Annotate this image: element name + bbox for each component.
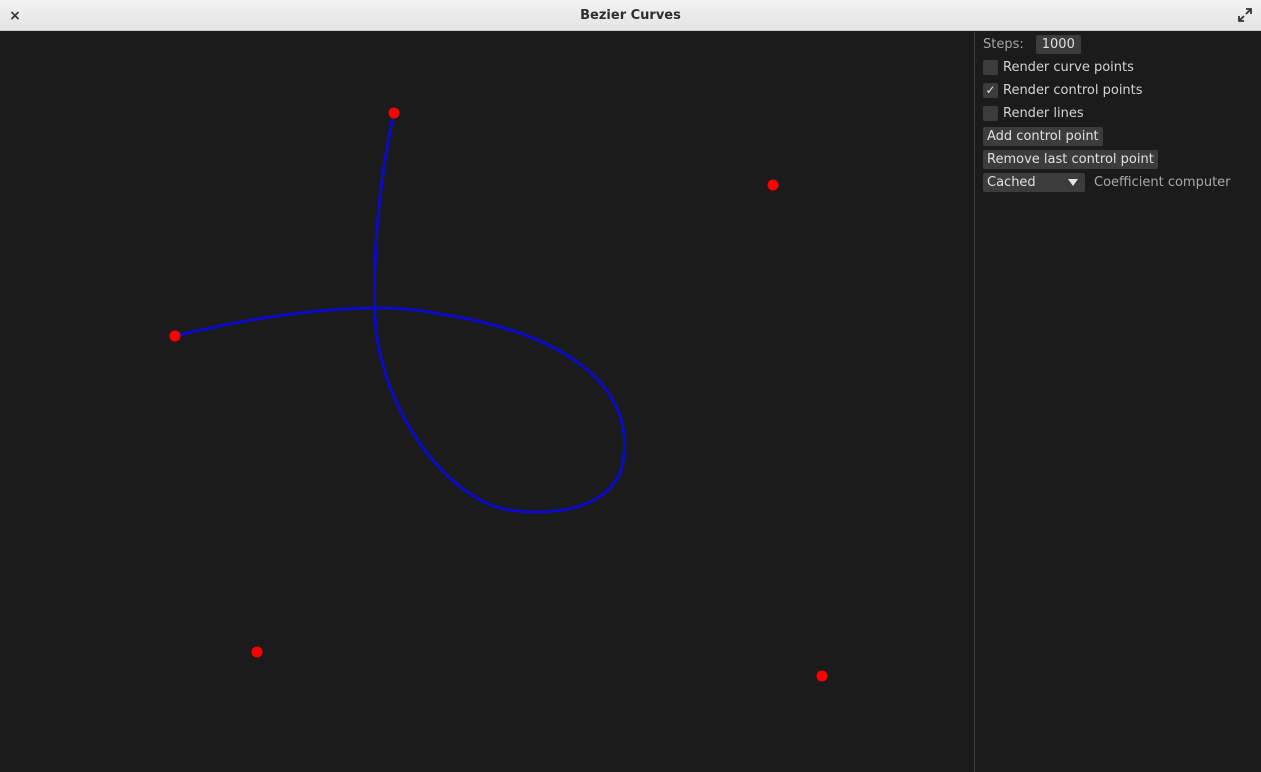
- add-control-point-button[interactable]: Add control point: [983, 126, 1103, 146]
- steps-label: Steps:: [983, 36, 1024, 52]
- control-point[interactable]: [767, 179, 779, 191]
- control-point[interactable]: [251, 646, 263, 658]
- select-value: Cached: [987, 174, 1036, 190]
- maximize-icon[interactable]: [1237, 7, 1253, 23]
- checkbox-render-control-points[interactable]: ✓ Render control points: [983, 80, 1143, 100]
- coefficient-row: Cached Coefficient computer: [983, 172, 1231, 192]
- checkbox-render-lines[interactable]: Render lines: [983, 103, 1084, 123]
- settings-panel: Steps: 1000 Render curve points ✓ Render…: [974, 32, 1261, 772]
- steps-input[interactable]: 1000: [1035, 34, 1081, 54]
- checkbox-label: Render lines: [1003, 105, 1084, 121]
- chevron-down-icon: [1068, 178, 1078, 186]
- steps-row: Steps: 1000: [983, 34, 1081, 54]
- checkbox-box[interactable]: [983, 59, 998, 75]
- bezier-curve: [174, 112, 626, 514]
- control-point[interactable]: [816, 670, 828, 682]
- checkbox-render-curve-points[interactable]: Render curve points: [983, 57, 1134, 77]
- bezier-canvas[interactable]: [0, 32, 974, 772]
- remove-control-point-row: Remove last control point: [983, 149, 1158, 169]
- remove-last-control-point-button[interactable]: Remove last control point: [983, 149, 1158, 169]
- checkbox-label: Render control points: [1003, 82, 1143, 98]
- checkbox-label: Render curve points: [1003, 59, 1134, 75]
- window-title: Bezier Curves: [580, 8, 681, 23]
- checkbox-box[interactable]: [983, 105, 998, 121]
- title-bar: × Bezier Curves: [0, 0, 1261, 31]
- checkmark-icon[interactable]: ✓: [983, 82, 998, 98]
- app-window: × Bezier Curves Steps: 1000 Render curve…: [0, 0, 1261, 772]
- control-point[interactable]: [388, 107, 400, 119]
- coefficient-computer-select[interactable]: Cached: [983, 172, 1085, 192]
- control-point[interactable]: [169, 330, 181, 342]
- coefficient-computer-label: Coefficient computer: [1094, 174, 1231, 190]
- add-control-point-row: Add control point: [983, 126, 1103, 146]
